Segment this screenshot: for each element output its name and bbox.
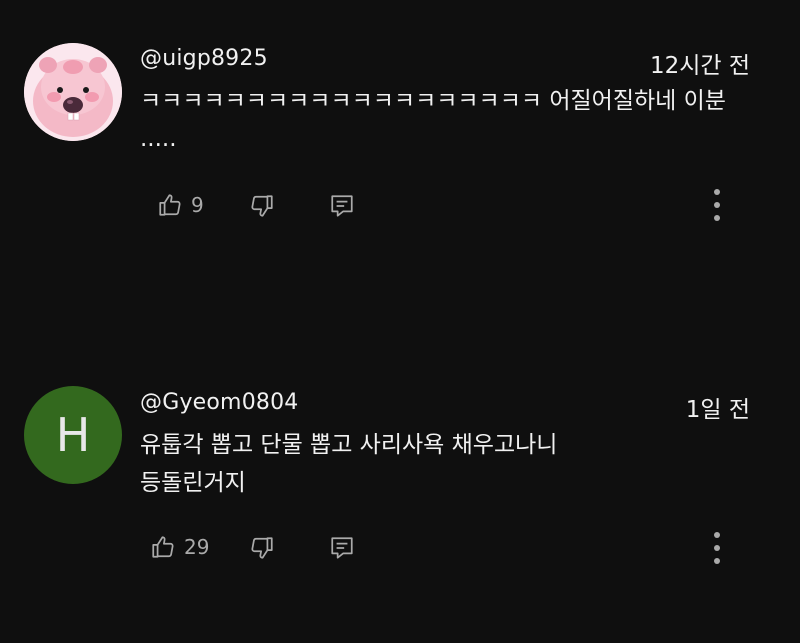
dislike-button[interactable] xyxy=(249,535,275,561)
comment-author[interactable]: @Gyeom0804 xyxy=(140,390,298,415)
comment-item: H @Gyeom0804 1일 전 유툽각 뽑고 단물 뽑고 사리사욕 채우고나… xyxy=(0,0,800,643)
like-count: 29 xyxy=(184,535,210,559)
avatar[interactable]: H xyxy=(24,386,122,484)
comment-timestamp[interactable]: 1일 전 xyxy=(686,390,750,424)
reply-comment-icon xyxy=(331,537,353,559)
reply-button[interactable] xyxy=(329,535,355,561)
thumbs-down-icon xyxy=(251,537,273,559)
comment-text: 유툽각 뽑고 단물 뽑고 사리사욕 채우고나니 등돌린거지 xyxy=(140,432,558,496)
thumbs-up-icon xyxy=(152,536,174,558)
like-button[interactable]: 29 xyxy=(150,534,209,560)
more-options-button[interactable] xyxy=(714,532,722,571)
more-vertical-icon xyxy=(714,532,720,538)
